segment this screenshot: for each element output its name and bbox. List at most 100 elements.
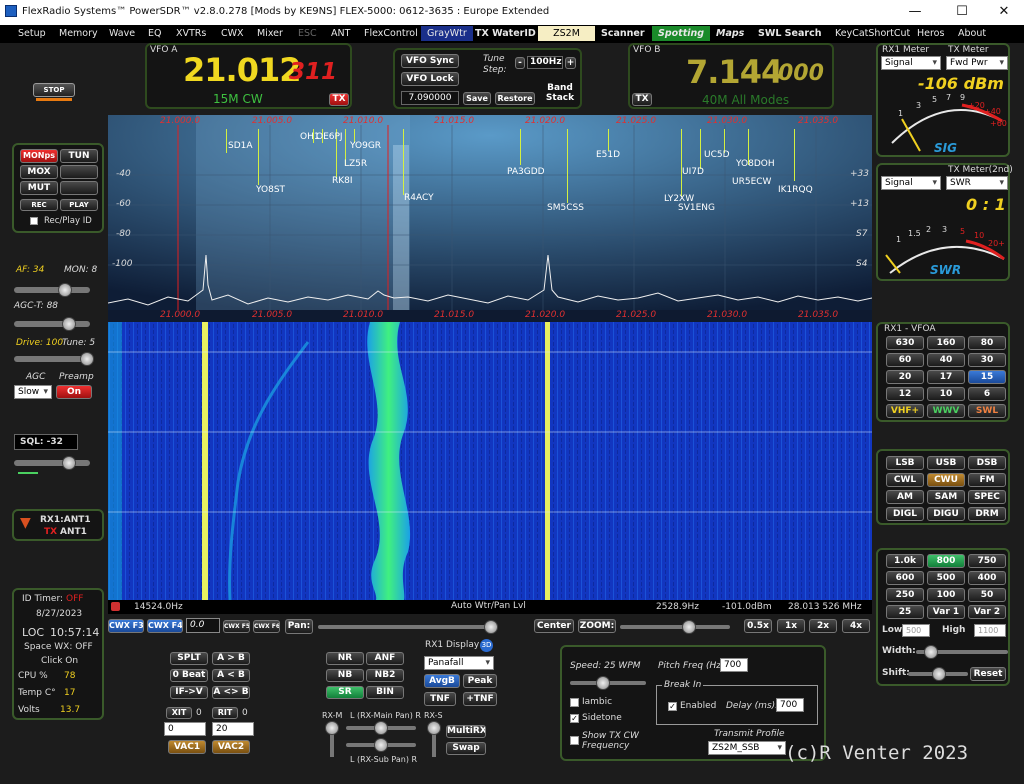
mode-digu[interactable]: DIGU [927,507,965,521]
display-mode-select[interactable]: Panafall [424,656,494,670]
band-wwv[interactable]: WWV [927,404,965,418]
menu-maps[interactable]: Maps [716,28,744,39]
spot-callsign[interactable]: SD1A [228,141,253,151]
band-10[interactable]: 10 [927,387,965,401]
menu-swl-search[interactable]: SWL Search [758,28,821,39]
swap-button[interactable]: Swap [446,742,486,755]
menu-txwaterid[interactable]: TX WaterID [475,28,536,39]
band-stack-button[interactable]: Band Stack [543,83,577,107]
stop-button[interactable]: STOP [33,83,75,97]
break-in-enabled-checkbox[interactable]: ✓ [668,702,677,711]
wtr-level-knob[interactable] [484,620,498,634]
spot-callsign[interactable]: SM5CSS [547,203,584,213]
mut-button[interactable]: MUT [20,181,58,195]
zoom-slider-knob[interactable] [682,620,696,634]
sql-slider-knob[interactable] [62,456,76,470]
spot-callsign[interactable]: PA3GDD [507,167,545,177]
maximize-button[interactable]: ☐ [942,2,982,22]
multirx-button[interactable]: MultiRX [446,725,486,738]
agct-slider[interactable] [14,321,90,327]
drive-slider[interactable] [14,356,90,362]
space-wx[interactable]: Space WX: OFF [24,642,93,652]
cwx-f6-button[interactable]: CWX F6 [253,620,280,633]
menu-heros[interactable]: Heros [917,28,944,39]
camera-icon[interactable] [111,602,120,611]
band-80[interactable]: 80 [968,336,1006,350]
vfo-sync-button[interactable]: VFO Sync [401,54,459,68]
monps-button[interactable]: MONps [20,149,58,163]
click-on[interactable]: Click On [41,656,78,666]
mode-drm[interactable]: DRM [968,507,1006,521]
show-tx-cw-checkbox[interactable] [570,736,579,745]
mode-spec[interactable]: SPEC [968,490,1006,504]
vfo-b-frequency-sub[interactable]: 000 [778,61,824,86]
iambic-checkbox[interactable] [570,698,579,707]
filter-1-0k[interactable]: 1.0k [886,554,924,568]
mode-digl[interactable]: DIGL [886,507,924,521]
menu-wave[interactable]: Wave [109,28,135,39]
spot-callsign[interactable]: LZ5R [344,159,367,169]
menu-xvtrs[interactable]: XVTRs [176,28,206,39]
band-60[interactable]: 60 [886,353,924,367]
spectrum-display[interactable]: 21.000.0 21.005.0 21.010.0 21.015.0 21.0… [108,115,872,321]
a-swap-b-button[interactable]: A <> B [212,686,250,699]
filter-800[interactable]: 800 [927,554,965,568]
recplay-id-checkbox[interactable] [30,217,38,225]
rec-button[interactable]: REC [20,199,58,211]
auto-wtr-pan-level[interactable]: Auto Wtr/Pan Lvl [451,601,526,611]
wtr-level-slider[interactable] [318,625,498,629]
agct-slider-knob[interactable] [62,317,76,331]
cwx-f3-button[interactable]: CWX F3 [108,619,144,633]
id-timer-value[interactable]: OFF [66,594,83,604]
zoom-slider[interactable] [620,625,730,629]
spot-callsign[interactable]: R4ACY [404,193,434,203]
menu-keycatshortcut[interactable]: KeyCatShortCut [835,28,910,39]
mode-cwl[interactable]: CWL [886,473,924,487]
rxs-knob[interactable] [427,721,441,735]
pitch-input[interactable]: 700 [720,658,748,672]
mode-fm[interactable]: FM [968,473,1006,487]
filter-shift-knob[interactable] [932,667,946,681]
blank-button-2[interactable] [60,181,98,195]
menu-esc[interactable]: ESC [298,28,317,39]
band-17[interactable]: 17 [927,370,965,384]
band-15[interactable]: 15 [968,370,1006,384]
menu-zs2m[interactable]: ZS2M [538,26,595,41]
tx-meter-select[interactable]: Fwd Pwr [946,56,1008,70]
af-slider-knob[interactable] [58,283,72,297]
band-vhf[interactable]: VHF+ [886,404,924,418]
cwx-value[interactable]: 0.0 [186,618,220,633]
menu-ant[interactable]: ANT [331,28,350,39]
meter2-right-select[interactable]: SWR [946,176,1008,190]
nb2-button[interactable]: NB2 [366,669,404,682]
tx-profile-select[interactable]: ZS2M_SSB [708,741,786,755]
close-button[interactable]: ✕ [984,2,1024,22]
3d-icon[interactable]: 3D [480,639,493,652]
zoom-2x-button[interactable]: 2x [809,619,837,633]
sql-slider[interactable] [14,460,90,466]
zoom-1x-button[interactable]: 1x [777,619,805,633]
mode-lsb[interactable]: LSB [886,456,924,470]
meter2-left-select[interactable]: Signal [881,176,941,190]
rx-sub-pan-knob[interactable] [374,738,388,752]
spot-callsign[interactable]: UI7D [682,167,704,177]
band-30[interactable]: 30 [968,353,1006,367]
split-button[interactable]: SPLT [170,652,208,665]
drive-slider-knob[interactable] [80,352,94,366]
rxm-knob[interactable] [325,721,339,735]
filter-low-input[interactable]: 500 [902,624,930,637]
mode-sam[interactable]: SAM [927,490,965,504]
filter-750[interactable]: 750 [968,554,1006,568]
preamp-button[interactable]: On [56,385,92,399]
anf-button[interactable]: ANF [366,652,404,665]
menu-cwx[interactable]: CWX [221,28,244,39]
tune-step-value[interactable]: 100Hz [527,56,563,69]
filter-var1[interactable]: Var 1 [927,605,965,619]
nr-button[interactable]: NR [326,652,364,665]
band-12[interactable]: 12 [886,387,924,401]
tune-step-plus[interactable]: + [565,57,576,69]
cwx-f4-button[interactable]: CWX F4 [147,619,183,633]
vfo-a-frequency[interactable]: 21.012 [183,51,301,89]
menu-mixer[interactable]: Mixer [257,28,283,39]
vfo-lock-button[interactable]: VFO Lock [401,72,459,86]
